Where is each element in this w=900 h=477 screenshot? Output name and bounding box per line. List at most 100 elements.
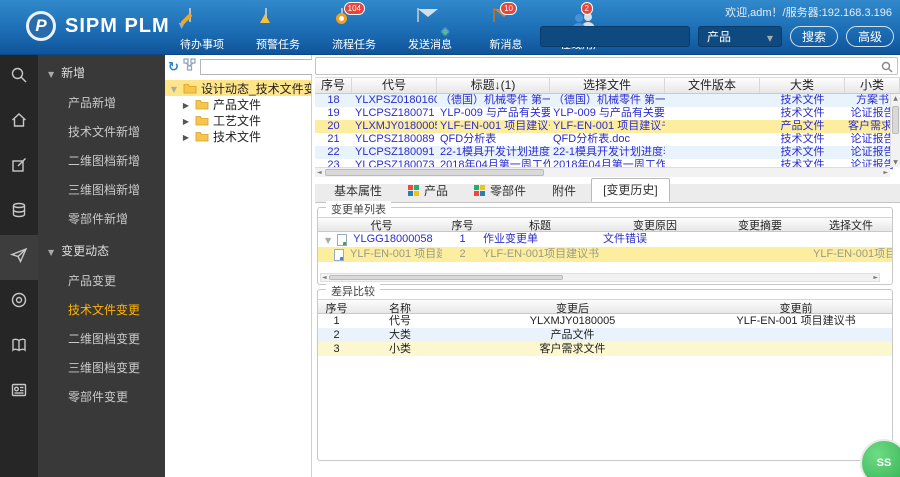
folder-icon	[183, 83, 197, 93]
node-collapsed-caret-icon[interactable]	[181, 97, 191, 111]
rail-item-edit[interactable]	[0, 145, 38, 190]
horizontal-scrollbar[interactable]: ◄ ►	[320, 273, 880, 282]
sidebar-item-2d-change[interactable]: 二维图档变更	[38, 324, 165, 353]
tab-label: 基本属性	[334, 184, 383, 198]
list-filter-input[interactable]	[315, 57, 898, 75]
node-collapsed-caret-icon[interactable]	[181, 129, 191, 143]
col-header-code[interactable]: 代号	[352, 78, 437, 93]
search-button[interactable]: 搜索	[789, 26, 838, 47]
col-header-subcategory[interactable]: 小类	[845, 78, 900, 93]
table-row-selected[interactable]: 20 YLXMJY0180005 YLF-EN-001 项目建议书 YLF-EN…	[315, 120, 900, 133]
edit-pencil-icon	[10, 156, 28, 179]
table-row[interactable]: 22 YLCPSZ180091 22-1模具开发计划进度表 22-1模具开发计划…	[315, 146, 900, 159]
node-collapsed-caret-icon[interactable]	[181, 113, 191, 127]
tab-change-history[interactable]: [变更历史]	[591, 178, 670, 202]
sidebar-item-part-new[interactable]: 零部件新增	[38, 204, 165, 233]
vertical-scrollbar[interactable]: ▲ ▼	[890, 94, 900, 167]
menu-group-new[interactable]: 新增	[38, 55, 165, 88]
change-list-header: 代号 序号 标题 变更原因 变更摘要 选择文件	[318, 217, 892, 232]
sidebar-item-techdoc-new[interactable]: 技术文件新增	[38, 117, 165, 146]
rail-item-contacts[interactable]	[0, 370, 38, 415]
global-search-input[interactable]	[539, 26, 690, 47]
sidebar-item-3d-change[interactable]: 三维图档变更	[38, 353, 165, 382]
tab-basic-properties[interactable]: 基本属性	[323, 180, 393, 202]
scroll-right-arrow-icon[interactable]: ►	[873, 274, 878, 281]
row-expand-caret-icon[interactable]	[322, 232, 334, 248]
tree-root-node[interactable]: 设计动态_技术文件变更	[165, 80, 311, 96]
scrollbar-thumb[interactable]	[892, 106, 899, 134]
tree-node-tech-files[interactable]: 技术文件	[165, 128, 311, 144]
col-header-file[interactable]: 选择文件	[550, 78, 665, 93]
rail-item-home[interactable]	[0, 100, 38, 145]
tab-parts[interactable]: 零部件	[463, 180, 537, 202]
sidebar-item-techdoc-change[interactable]: 技术文件变更	[38, 295, 165, 324]
scrollbar-thumb[interactable]	[329, 275, 564, 280]
diff-row[interactable]: 2 大类 产品文件	[318, 328, 892, 342]
global-search-bar: 产品 搜索 高级	[539, 26, 894, 47]
menu-group-change[interactable]: 变更动态	[38, 233, 165, 266]
search-icon[interactable]	[881, 60, 893, 78]
sidebar-item-product-change[interactable]: 产品变更	[38, 266, 165, 295]
node-expand-caret-icon[interactable]	[169, 81, 179, 95]
menu-group-label: 变更动态	[61, 244, 110, 258]
rail-item-data[interactable]	[0, 190, 38, 235]
col-header-version[interactable]: 文件版本	[665, 78, 760, 93]
toolbar-item-label: 新消息	[489, 39, 523, 51]
col-header-seq[interactable]: 序号	[315, 78, 352, 93]
home-icon	[10, 111, 28, 134]
sidebar-item-product-new[interactable]: 产品新增	[38, 88, 165, 117]
rail-item-change-flow[interactable]	[0, 235, 38, 280]
toolbar-item-label: 预警任务	[256, 39, 300, 51]
tree-node-process-files[interactable]: 工艺文件	[165, 112, 311, 128]
scroll-down-arrow-icon[interactable]: ▼	[891, 159, 900, 166]
sipm-logo-icon: P	[26, 11, 56, 41]
scroll-left-arrow-icon[interactable]: ◄	[322, 274, 327, 281]
scroll-left-arrow-icon[interactable]: ◄	[317, 169, 322, 176]
col-header-title[interactable]: 标题↓(1)	[437, 78, 550, 93]
rail-item-support[interactable]	[0, 280, 38, 325]
sidebar-item-part-change[interactable]: 零部件变更	[38, 382, 165, 411]
top-bar: P SIPM PLM 待办事项 预警任务 104	[0, 0, 900, 55]
table-row[interactable]: 21 YLCPSZ180089 QFD分析表 QFD分析表.doc 技术文件 论…	[315, 133, 900, 146]
toolbar-item-todo[interactable]: 待办事项	[172, 8, 232, 52]
change-order-row[interactable]: YLGG18000058 1 作业变更单 文件错误	[318, 232, 892, 247]
document-icon	[334, 248, 344, 261]
side-menu: 新增 产品新增 技术文件新增 二维图档新增 三维图档新增 零部件新增 变更动态 …	[38, 55, 165, 477]
scroll-up-arrow-icon[interactable]: ▲	[891, 95, 900, 102]
toolbar-item-warning-tasks[interactable]: 预警任务	[248, 8, 308, 52]
search-category-select[interactable]: 产品	[697, 26, 782, 47]
send-mail-icon: +	[417, 8, 449, 38]
tree-node-label: 技术文件	[213, 129, 262, 144]
tab-product[interactable]: 产品	[397, 180, 459, 202]
table-row[interactable]: 18 YLXPSZ0180160 （德国）机械零件 第一卷-A （德国）机械零件…	[315, 94, 900, 107]
detail-tabs: 基本属性 产品 零部件 附件 [变更历史]	[315, 178, 900, 203]
col-header-category[interactable]: 大类	[760, 78, 845, 93]
sidebar-item-2d-new[interactable]: 二维图档新增	[38, 146, 165, 175]
rail-item-library[interactable]	[0, 325, 38, 370]
diff-row[interactable]: 1 代号 YLXMJY0180005 YLF-EN-001 项目建议书	[318, 314, 892, 328]
sidebar-item-3d-new[interactable]: 三维图档新增	[38, 175, 165, 204]
folder-icon	[195, 131, 209, 141]
toolbar-item-send-message[interactable]: + 发送消息	[400, 8, 460, 52]
app-logo: P SIPM PLM	[26, 11, 185, 41]
scrollbar-thumb[interactable]	[325, 169, 544, 176]
scroll-right-arrow-icon[interactable]: ►	[883, 169, 888, 176]
table-row[interactable]: 19 YLCPSZ180071 YLP-009 与产品有关要求... YLP-0…	[315, 107, 900, 120]
diff-row-highlighted[interactable]: 3 小类 客户需求文件	[318, 342, 892, 356]
refresh-icon[interactable]	[168, 58, 179, 76]
diff-compare-legend: 差异比较	[326, 283, 380, 299]
horizontal-scrollbar[interactable]: ◄ ►	[315, 167, 890, 177]
toolbar-item-process-tasks[interactable]: 104 流程任务	[324, 2, 384, 52]
diff-compare-section: 差异比较 序号 名称 变更后 变更前 1 代号 YLXMJY0180005 YL…	[317, 283, 893, 461]
search-category-value: 产品	[706, 30, 731, 44]
tab-attachments[interactable]: 附件	[541, 180, 587, 202]
tree-structure-icon[interactable]	[183, 58, 196, 76]
toolbar-item-new-message[interactable]: 10 新消息	[476, 2, 536, 52]
tab-label: 产品	[424, 184, 449, 198]
tree-node-product-files[interactable]: 产品文件	[165, 96, 311, 112]
col-header-file: 选择文件	[829, 219, 873, 232]
rail-item-sipm-search[interactable]	[0, 55, 38, 100]
open-book-icon	[10, 336, 28, 359]
change-order-child-row[interactable]: YLF-EN-001 项目建议书 2 YLF-EN-001项目建议书 YLF-E…	[318, 247, 892, 262]
advanced-search-button[interactable]: 高级	[845, 26, 894, 47]
